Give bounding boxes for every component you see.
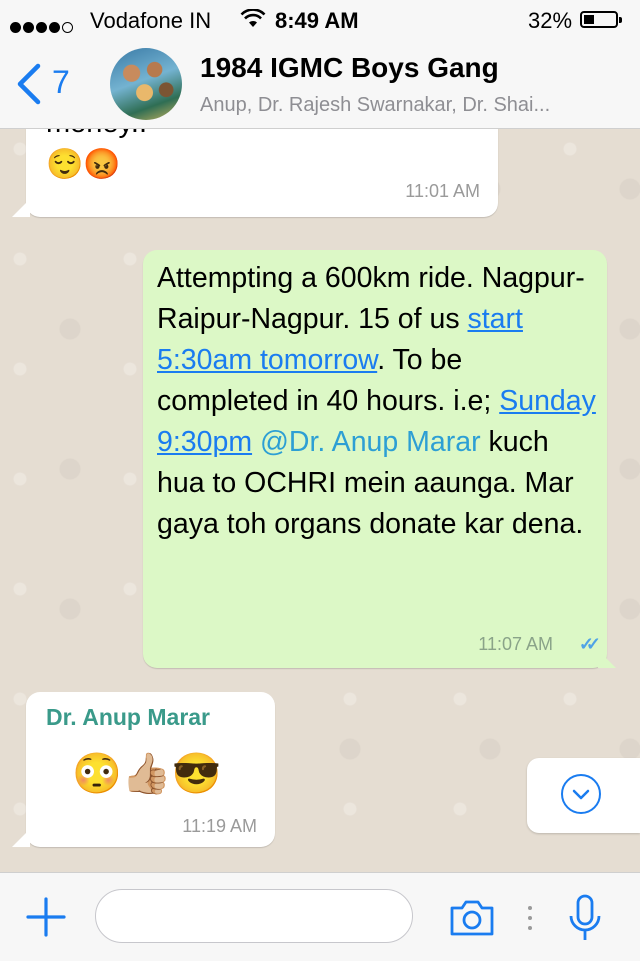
group-title[interactable]: 1984 IGMC Boys Gang bbox=[200, 52, 499, 84]
chevron-down-icon bbox=[561, 774, 601, 814]
message-text: money.. bbox=[46, 129, 147, 140]
battery-icon bbox=[580, 11, 622, 28]
group-avatar[interactable] bbox=[110, 48, 182, 120]
clock: 8:49 AM bbox=[275, 8, 359, 33]
microphone-icon[interactable] bbox=[568, 893, 602, 943]
message-bubble-incoming[interactable]: money.. 😌😡 11:01 AM bbox=[26, 129, 498, 217]
message-time: 11:01 AM bbox=[405, 181, 480, 201]
read-receipt-icon: ✓✓ bbox=[578, 634, 601, 654]
message-input[interactable] bbox=[95, 889, 413, 943]
camera-icon[interactable] bbox=[448, 898, 496, 938]
group-members[interactable]: Anup, Dr. Rajesh Swarnakar, Dr. Shai... bbox=[200, 94, 630, 117]
back-button[interactable]: 7 bbox=[14, 62, 84, 108]
divider-dots-icon bbox=[528, 906, 532, 930]
signal-strength-icon bbox=[10, 13, 75, 39]
unread-chats-count: 7 bbox=[52, 64, 70, 100]
battery-percentage: 32% bbox=[528, 8, 573, 33]
message-bubble-outgoing[interactable]: Attempting a 600km ride. Nagpur-Raipur-N… bbox=[143, 250, 607, 668]
scroll-to-bottom-button[interactable] bbox=[527, 758, 640, 833]
message-time: 11:07 AM bbox=[478, 634, 553, 654]
wifi-icon bbox=[240, 8, 266, 35]
message-emojis: 😳👍🏼😎 bbox=[72, 752, 222, 796]
chevron-left-icon bbox=[17, 63, 41, 105]
message-bubble-incoming[interactable]: Dr. Anup Marar 😳👍🏼😎 11:19 AM bbox=[26, 692, 275, 847]
chat-messages[interactable]: money.. 😌😡 11:01 AM Attempting a 600km r… bbox=[0, 129, 640, 872]
message-text: Attempting a 600km ride. Nagpur-Raipur-N… bbox=[157, 258, 597, 545]
bubble-tail bbox=[598, 650, 616, 668]
message-text-part bbox=[252, 426, 260, 458]
mention-link[interactable]: @Dr. Anup Marar bbox=[260, 426, 481, 458]
bubble-tail bbox=[12, 829, 30, 847]
sender-name[interactable]: Dr. Anup Marar bbox=[46, 704, 210, 731]
message-emojis: 😌😡 bbox=[46, 148, 121, 181]
message-input-bar bbox=[0, 872, 640, 961]
carrier-name: Vodafone IN bbox=[90, 8, 212, 33]
message-time: 11:19 AM bbox=[182, 816, 257, 836]
status-bar: Vodafone IN 8:49 AM 32% bbox=[0, 0, 640, 40]
chat-header: 7 1984 IGMC Boys Gang Anup, Dr. Rajesh S… bbox=[0, 40, 640, 129]
plus-icon[interactable] bbox=[26, 897, 66, 937]
